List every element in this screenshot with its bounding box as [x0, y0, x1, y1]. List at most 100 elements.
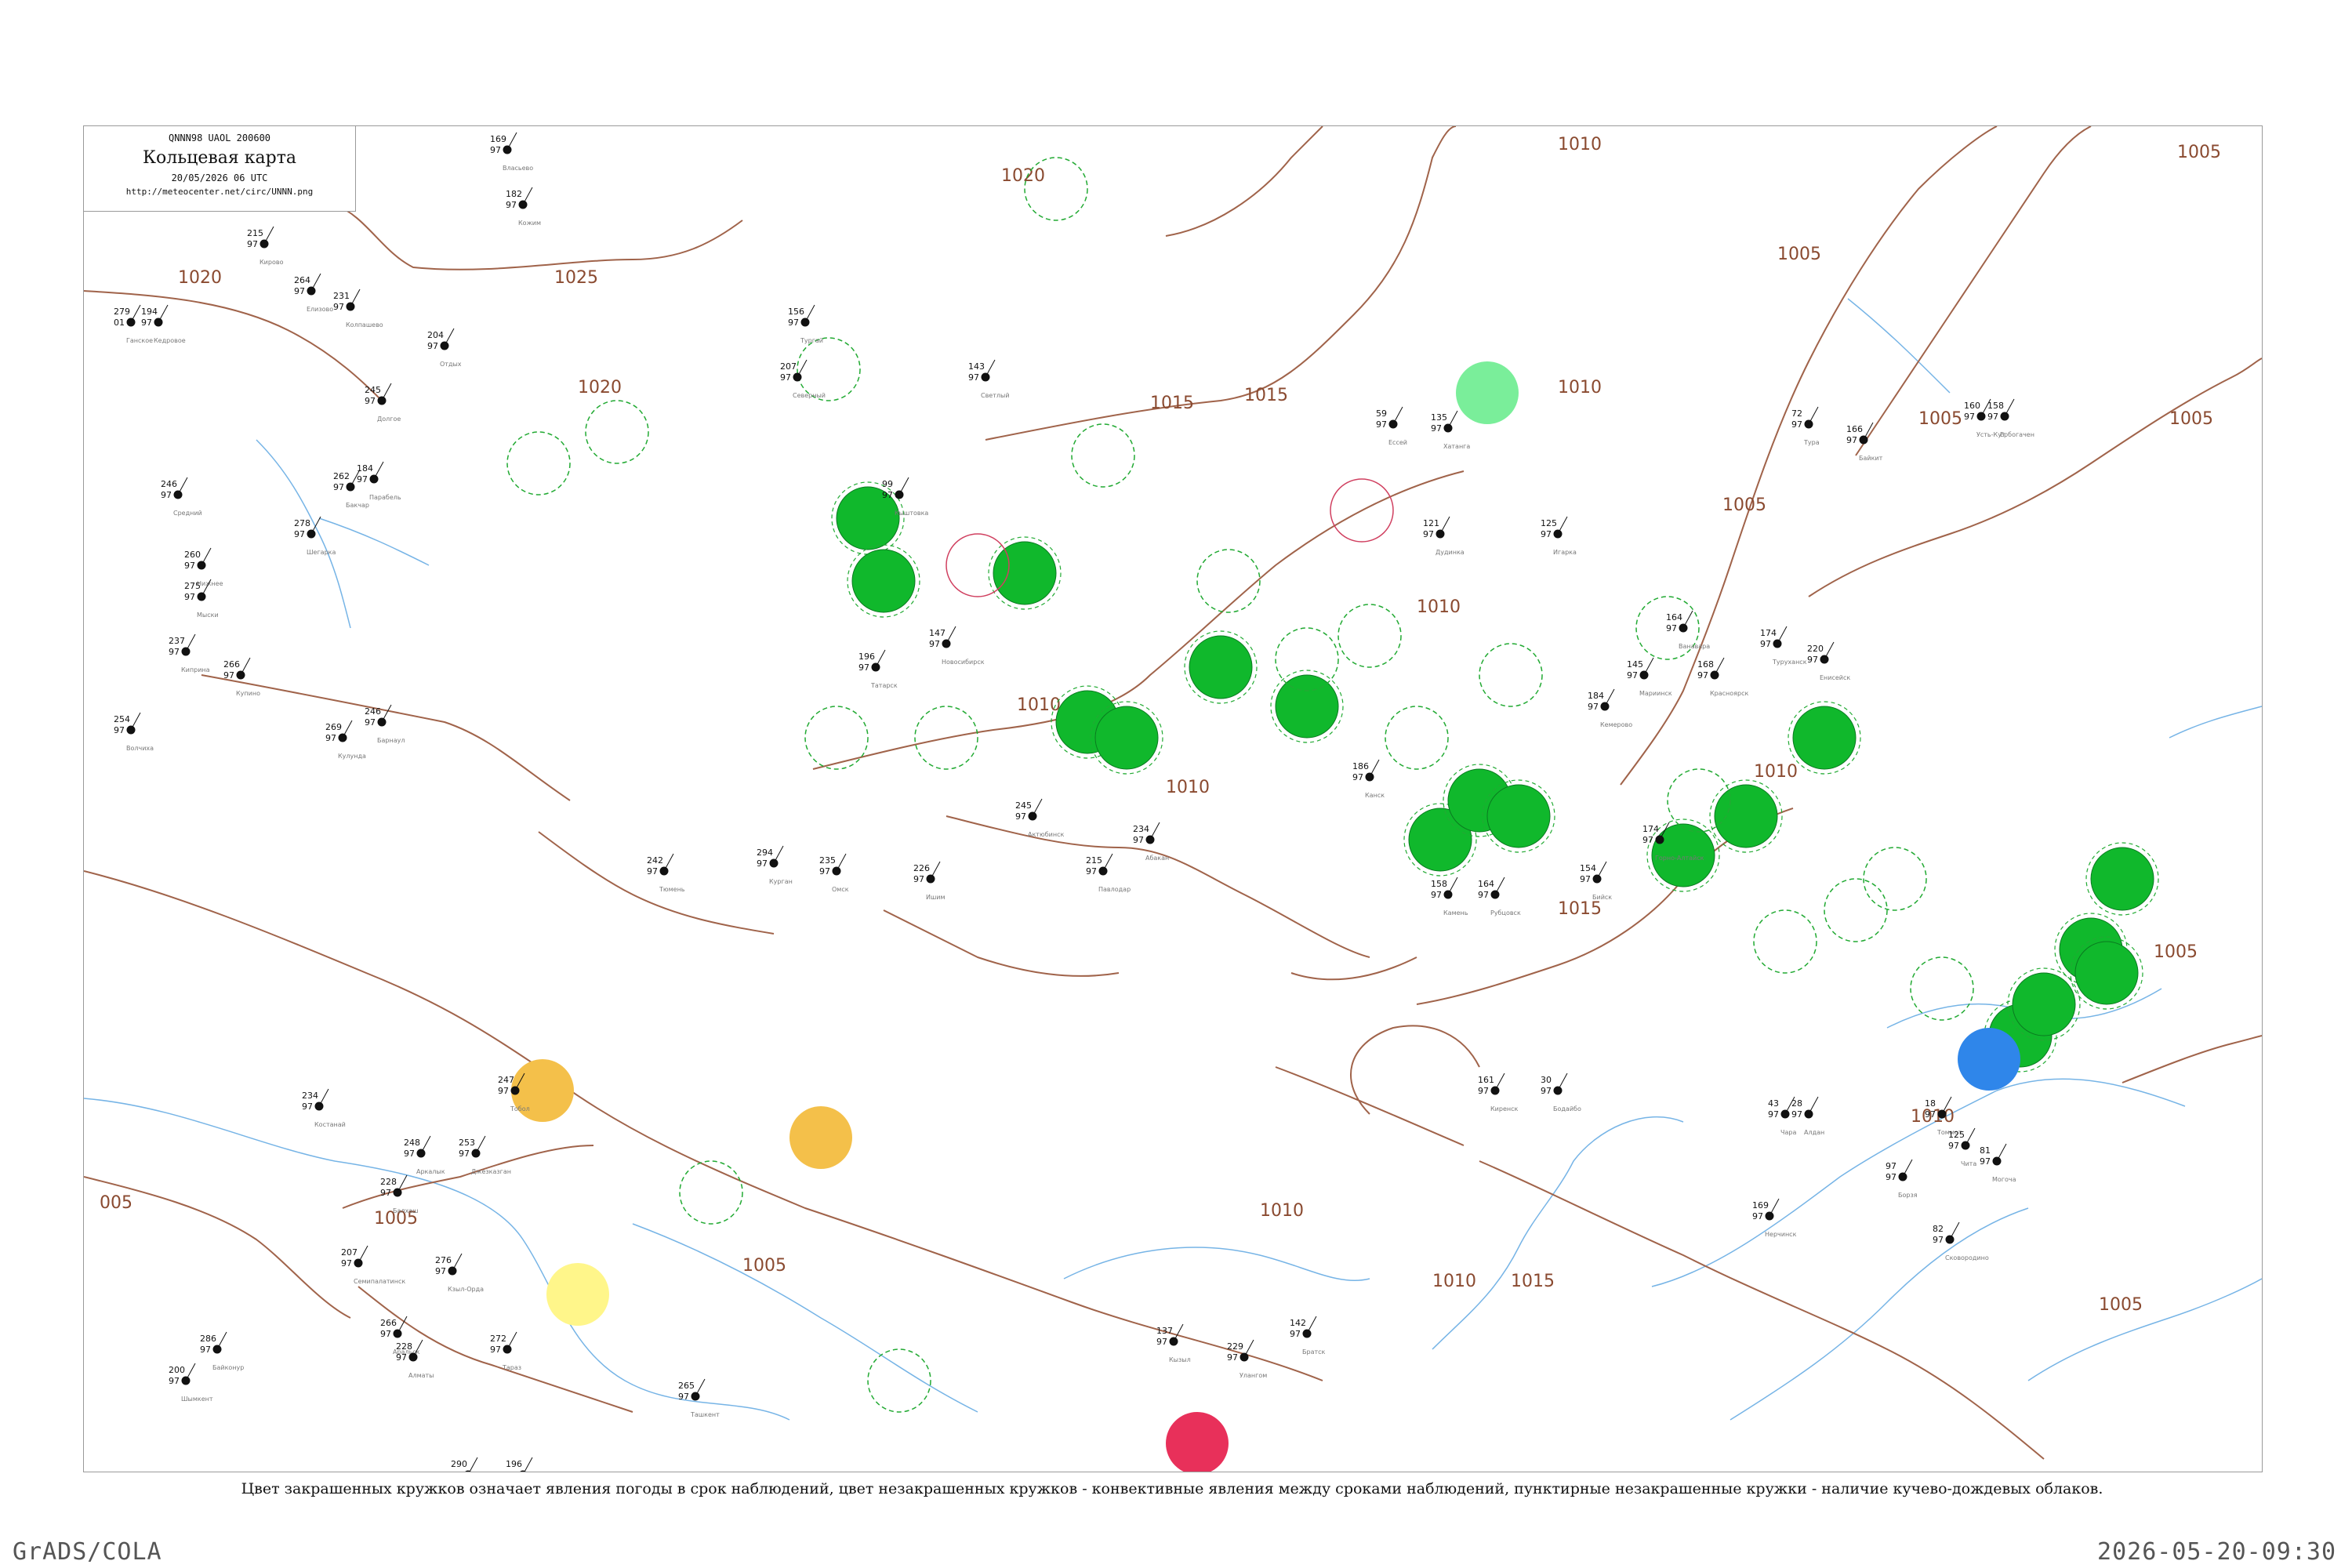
isobar-line	[2122, 1035, 2262, 1083]
station-pressure: 99	[882, 479, 893, 489]
station-name: Тобол	[510, 1105, 530, 1112]
station-cloud-cover: 97	[1964, 412, 1975, 422]
station-pressure: 276	[435, 1255, 452, 1265]
station-pressure: 266	[223, 659, 240, 670]
station-pressure: 231	[333, 291, 350, 301]
isobar-label: 1020	[1001, 166, 1045, 186]
station-plot: 23197 Колпашево	[333, 289, 383, 328]
station-cloud-cover: 97	[1980, 1156, 1991, 1167]
station-name: Борзя	[1898, 1192, 1918, 1199]
isobar-label: 1010	[1417, 597, 1461, 617]
station-name: Горно-Алтайск	[1655, 855, 1704, 862]
wind-barb	[185, 633, 196, 652]
wind-barb	[1494, 1073, 1505, 1091]
station-plot: 21597 Кирово	[247, 226, 284, 266]
station-name: Кызыл	[1169, 1356, 1191, 1363]
phenomenon-circle-dashed	[1824, 878, 1888, 942]
wind-barb	[695, 1378, 706, 1397]
legend-caption: Цвет закрашенных кружков означает явлени…	[241, 1480, 2103, 1497]
wind-barb	[342, 720, 353, 739]
station-cloud-cover: 97	[223, 670, 234, 681]
station-plot: 13597 Хатанга	[1431, 410, 1470, 450]
isobar-label: 1010	[1754, 762, 1798, 782]
station-pressure: 121	[1423, 518, 1439, 528]
station-plot: 16897 Красноярск	[1697, 657, 1748, 697]
station-pressure: 242	[647, 855, 663, 866]
wind-barb	[381, 383, 392, 401]
station-name: Омск	[832, 886, 849, 893]
isobar-line	[84, 870, 1323, 1381]
station-name: Актюбинск	[1028, 831, 1064, 838]
station-name: Игарка	[1553, 549, 1577, 556]
station-pressure: 207	[341, 1247, 358, 1258]
station-name: Кедровое	[154, 337, 186, 344]
station-cloud-cover: 97	[1580, 874, 1591, 884]
station-plot: 20097 Шымкент	[169, 1363, 213, 1403]
station-name: Рубцовск	[1490, 909, 1521, 916]
wind-barb	[475, 1135, 486, 1154]
wind-barb	[397, 1316, 408, 1334]
phenomenon-circle-dashed	[1863, 847, 1927, 911]
station-plot: 20797 Северный	[780, 359, 826, 399]
station-name: Киренск	[1490, 1105, 1519, 1112]
station-pressure: 142	[1290, 1318, 1306, 1328]
station-cloud-cover: 97	[506, 200, 517, 210]
isobar-label: 1015	[1558, 899, 1602, 919]
wind-barb	[452, 1253, 463, 1272]
station-plot: 24297 Тюмень	[647, 853, 685, 893]
isobar-label: 005	[100, 1193, 132, 1213]
station-pressure: 160	[1964, 401, 1980, 411]
station-cloud-cover: 97	[333, 302, 344, 312]
station-name: Балхаш	[393, 1207, 418, 1214]
station-name: Средний	[173, 510, 202, 517]
wind-barb	[506, 132, 517, 151]
station-name: Дудинка	[1436, 549, 1465, 556]
station-plot: 23497 Костанай	[302, 1088, 346, 1128]
wind-barb	[522, 187, 533, 205]
wind-barb	[318, 1088, 329, 1107]
station-pressure: 245	[1015, 800, 1032, 811]
station-cloud-cover: 97	[1925, 1109, 1936, 1120]
wind-barb	[1714, 657, 1725, 676]
isobar-label: 1015	[1511, 1272, 1555, 1291]
wind-barb	[1447, 877, 1458, 895]
station-plot: 17497 Туруханск	[1760, 626, 1807, 666]
station-plot: 13797 Кызыл	[1156, 1323, 1191, 1363]
station-cloud-cover: 97	[1133, 835, 1144, 845]
wind-barb	[1243, 1339, 1254, 1358]
station-plot: 23497 Абакан	[1133, 822, 1169, 862]
station-cloud-cover: 97	[161, 490, 172, 500]
station-cloud-cover: 97	[1588, 702, 1599, 712]
wind-barb	[663, 853, 674, 872]
station-pressure: 169	[1752, 1200, 1769, 1210]
station-cloud-cover: 97	[333, 482, 344, 492]
station-name: Купино	[236, 690, 260, 697]
wind-barb	[1949, 1221, 1960, 1240]
station-pressure: 246	[365, 706, 381, 717]
station-plot: 14397 Светлый	[968, 359, 1010, 399]
coastline-segment	[1847, 298, 1951, 394]
wind-barb	[201, 547, 212, 566]
station-cloud-cover: 97	[1791, 1109, 1802, 1120]
station-name: Кемерово	[1600, 721, 1632, 728]
wind-barb	[1494, 877, 1505, 895]
phenomenon-circle-dashed	[1338, 604, 1402, 668]
wind-barb	[1965, 1127, 1976, 1146]
isobar-label: 1010	[1166, 778, 1210, 797]
station-cloud-cover: 97	[1697, 670, 1708, 681]
isobar-label: 1020	[178, 268, 222, 288]
station-pressure: 279	[114, 307, 130, 317]
station-plot: 12597 Чита	[1948, 1127, 1976, 1167]
wind-barb	[875, 649, 886, 668]
station-pressure: 265	[678, 1381, 695, 1391]
isobar-line	[946, 815, 1370, 958]
station-name: Татарск	[870, 682, 898, 689]
station-cloud-cover: 97	[1642, 835, 1653, 845]
footer-timestamp: 2026-05-20-09:30	[2097, 1538, 2336, 1566]
isobar-label: 1005	[1918, 409, 1962, 429]
wind-barb	[773, 845, 784, 864]
station-name: Шегарка	[307, 549, 336, 556]
phenomenon-circle-green-filled	[1714, 784, 1778, 848]
station-name: Байкит	[1859, 455, 1883, 462]
station-name: Кожим	[518, 220, 541, 227]
